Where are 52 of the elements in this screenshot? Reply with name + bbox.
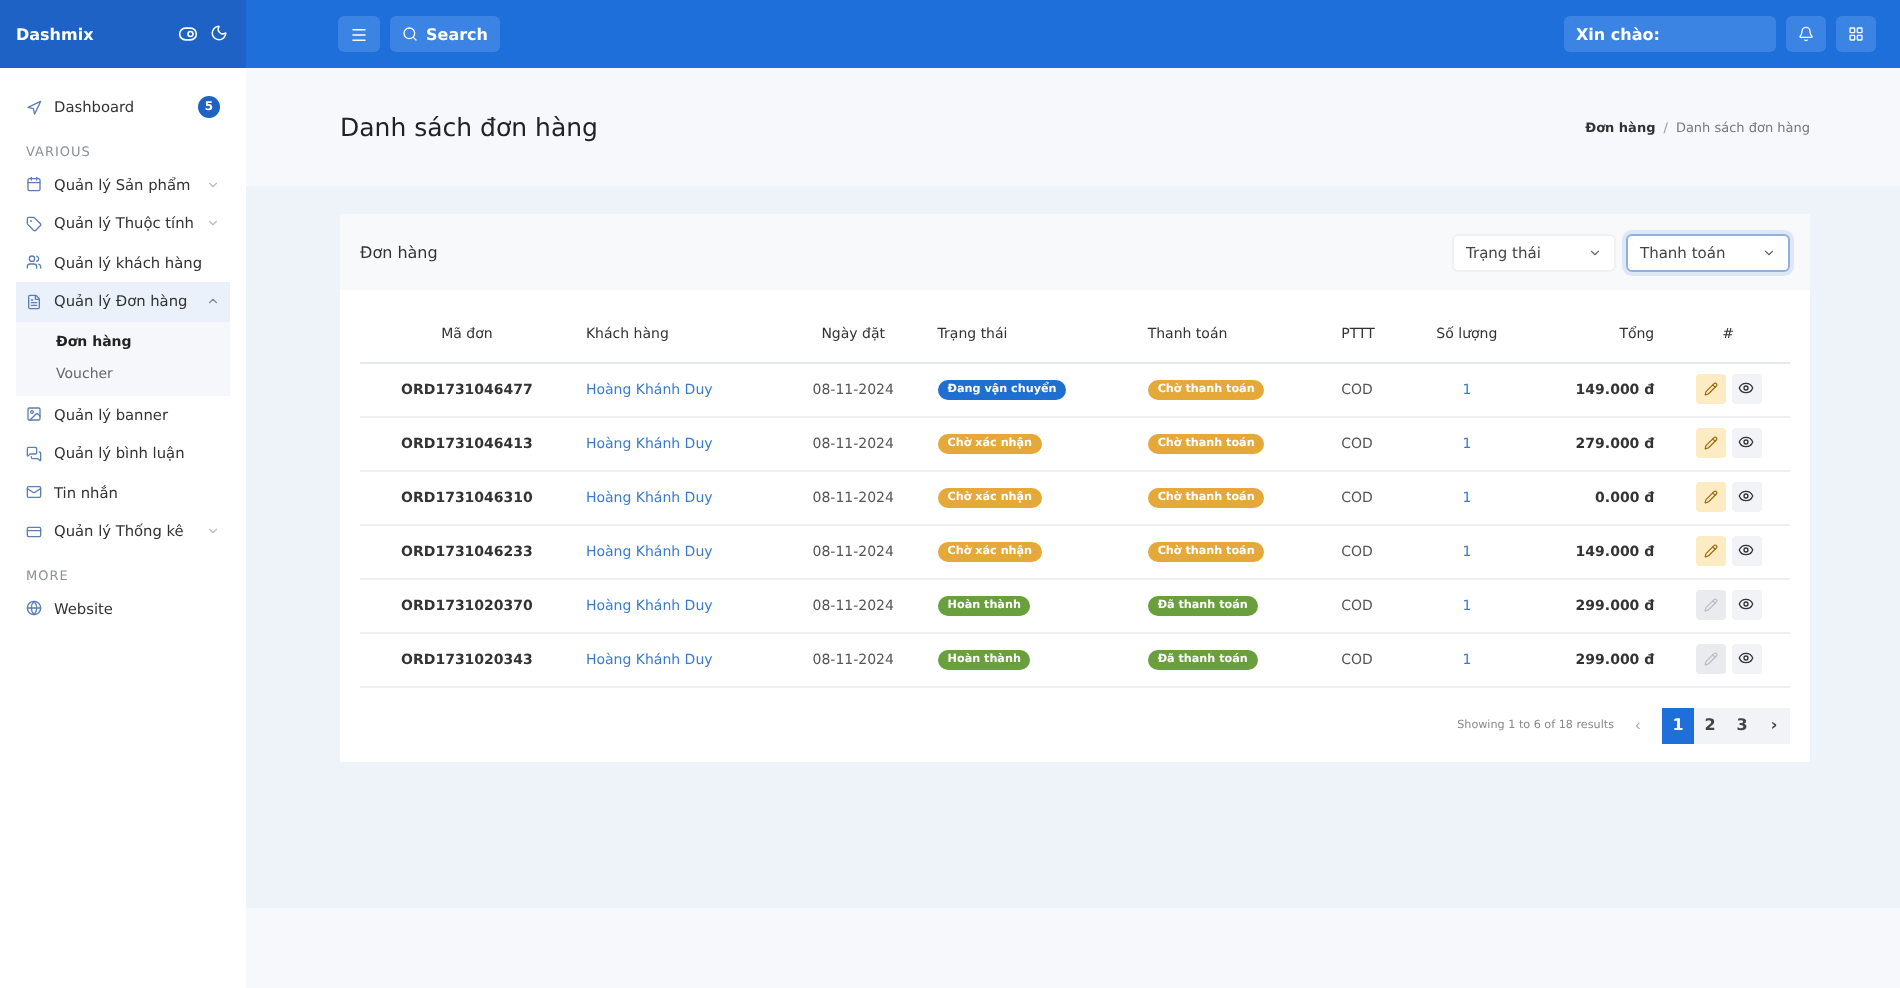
view-button[interactable] (1731, 589, 1762, 620)
chat-icon (26, 445, 42, 462)
view-button[interactable] (1731, 427, 1762, 458)
pencil-icon (1703, 382, 1718, 397)
view-button[interactable] (1731, 643, 1762, 674)
page-title: Danh sách đơn hàng (340, 112, 598, 142)
page-button[interactable]: 1 (1662, 707, 1694, 743)
brand-name: Dashmix (16, 25, 94, 43)
search-button[interactable]: Search (390, 16, 500, 52)
globe-icon (26, 600, 42, 617)
grid-icon (1848, 26, 1864, 42)
view-button[interactable] (1731, 535, 1762, 566)
notifications-button[interactable] (1786, 16, 1826, 52)
menu-icon (350, 25, 368, 43)
tag-icon (26, 215, 42, 232)
calendar-icon (26, 176, 42, 193)
eye-icon (1738, 488, 1755, 505)
next-page-button[interactable]: › (1758, 707, 1790, 743)
chevron-down-icon (1762, 245, 1776, 259)
edit-button[interactable] (1695, 482, 1726, 513)
view-button[interactable] (1731, 481, 1762, 512)
edit-button[interactable] (1695, 536, 1726, 567)
edit-button[interactable] (1695, 428, 1726, 459)
view-button[interactable] (1731, 373, 1762, 404)
card-title: Đơn hàng (360, 243, 438, 261)
page-button[interactable]: 2 (1694, 707, 1726, 743)
user-menu-button[interactable]: Xin chào: (1564, 16, 1776, 52)
search-icon (402, 26, 418, 42)
chevron-down-icon (1588, 245, 1602, 259)
users-icon (26, 254, 42, 271)
moon-icon[interactable] (210, 24, 228, 42)
mail-icon (26, 484, 42, 501)
pencil-icon (1703, 544, 1718, 559)
apps-button[interactable] (1836, 16, 1876, 52)
eye-icon (1738, 380, 1755, 397)
document-icon (26, 293, 42, 310)
eye-icon (1738, 434, 1755, 451)
pencil-icon (1703, 490, 1718, 505)
pencil-icon (1703, 598, 1718, 613)
card-icon (26, 523, 42, 540)
menu-button[interactable] (338, 16, 380, 52)
edit-button[interactable] (1695, 374, 1726, 405)
pencil-icon (1703, 652, 1718, 667)
image-icon (26, 406, 42, 423)
eye-icon (1738, 650, 1755, 667)
eye-icon (1738, 542, 1755, 559)
page-button[interactable]: 3 (1726, 707, 1758, 743)
eye-icon (1738, 596, 1755, 613)
bell-icon (1798, 26, 1814, 42)
navigation-icon (26, 99, 42, 116)
toggle-icon[interactable] (178, 24, 198, 44)
pencil-icon (1703, 436, 1718, 451)
